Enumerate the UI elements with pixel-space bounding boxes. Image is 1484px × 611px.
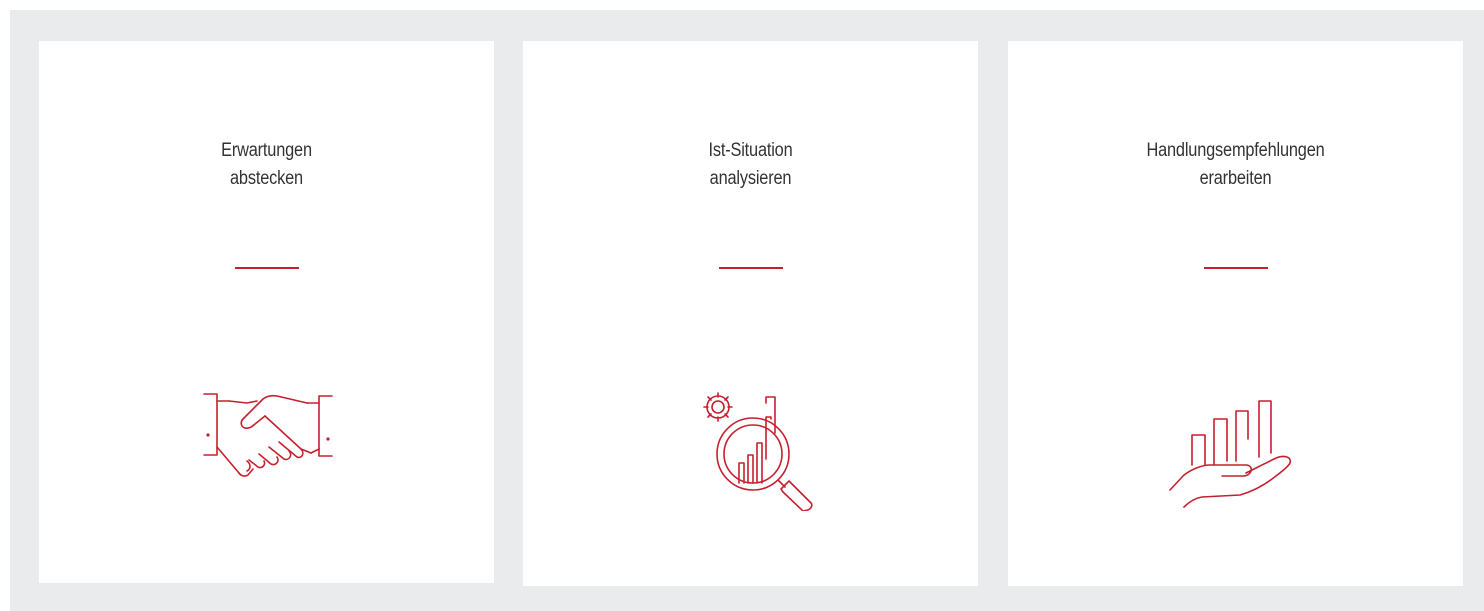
hand-bar-chart-icon (1150, 361, 1320, 511)
step-title: Ist-Situation analysieren (708, 140, 793, 189)
step-card-expectations: Erwartungen abstecken (39, 41, 494, 583)
process-steps-panel: Erwartungen abstecken Ist-Situation anal… (10, 10, 1484, 611)
step-title: Handlungsempfehlungen erarbeiten (1146, 140, 1325, 189)
accent-divider (719, 267, 783, 269)
accent-divider (1204, 267, 1268, 269)
accent-divider (235, 267, 299, 269)
handshake-icon (181, 361, 351, 511)
step-title: Erwartungen abstecken (221, 140, 312, 189)
step-card-analysis: Ist-Situation analysieren (523, 41, 978, 586)
step-card-recommendations: Handlungsempfehlungen erarbeiten (1008, 41, 1463, 586)
magnifier-chart-gear-icon (665, 361, 835, 511)
